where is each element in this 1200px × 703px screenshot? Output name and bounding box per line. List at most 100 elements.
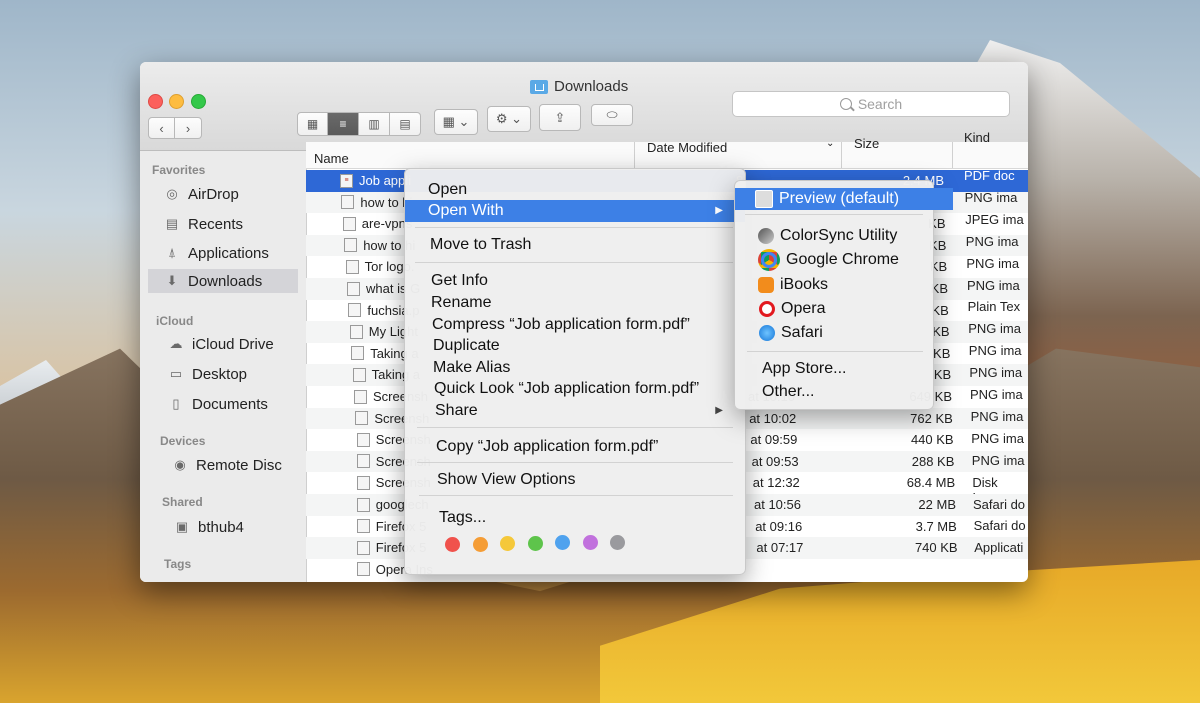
file-icon <box>341 195 355 210</box>
file-date: at 09:16 <box>755 518 803 534</box>
sidebar-item-bthub4[interactable]: ▣ bthub4 <box>150 515 300 539</box>
zoom-button[interactable] <box>191 94 206 109</box>
window-title-text: Downloads <box>554 78 629 95</box>
tags-button[interactable]: ⬭ <box>591 104 633 126</box>
file-icon <box>342 216 356 231</box>
column-size[interactable]: Size <box>854 136 879 151</box>
file-icon <box>356 540 370 555</box>
submenu-item-safari[interactable]: Safari <box>735 322 957 344</box>
column-date-modified[interactable]: Date Modified <box>647 140 727 155</box>
menu-separator <box>419 495 733 496</box>
navigation-buttons: ‹ › <box>148 117 202 139</box>
documents-icon: ▯ <box>172 396 180 411</box>
menu-item-tags[interactable]: Tags... <box>405 507 745 529</box>
tag-color-dot[interactable] <box>472 536 488 552</box>
file-icon <box>348 303 362 318</box>
file-kind: Safari do <box>973 496 1026 512</box>
menu-item-open-with[interactable]: Open With ▶ <box>405 200 745 222</box>
sidebar-item-applications[interactable]: ⍋ Applications <box>140 241 290 265</box>
file-size: 3.7 MB <box>915 518 957 534</box>
menu-item-duplicate[interactable]: Duplicate <box>405 335 745 357</box>
menu-separator <box>417 462 733 463</box>
submenu-item-chrome[interactable]: Google Chrome <box>735 249 956 271</box>
file-icon <box>356 475 370 490</box>
sidebar-item-documents[interactable]: ▯ Documents <box>144 392 294 416</box>
sidebar-item-airdrop[interactable]: ◎ AirDrop <box>140 182 290 206</box>
back-button[interactable]: ‹ <box>148 117 175 139</box>
file-kind: Safari do <box>973 518 1026 534</box>
menu-item-quick-look[interactable]: Quick Look “Job application form.pdf” <box>405 378 745 400</box>
menu-item-label: Make Alias <box>433 359 511 376</box>
sidebar-item-label: Applications <box>188 244 269 262</box>
sidebar-item-remote-disc[interactable]: ◉ Remote Disc <box>148 453 298 477</box>
sidebar-item-desktop[interactable]: ▭ Desktop <box>144 362 294 386</box>
forward-button[interactable]: › <box>175 117 202 139</box>
column-separator <box>634 142 635 168</box>
menu-separator <box>415 227 733 228</box>
submenu-item-preview[interactable]: Preview (default) <box>735 188 953 210</box>
tag-color-dot[interactable] <box>445 537 460 552</box>
safari-icon <box>759 325 775 341</box>
file-kind: PNG ima <box>969 365 1023 381</box>
submenu-arrow-icon: ▶ <box>715 405 723 416</box>
file-icon <box>356 519 370 534</box>
menu-item-compress[interactable]: Compress “Job application form.pdf” <box>405 314 745 336</box>
menu-item-label: Show View Options <box>437 471 576 488</box>
file-date: at 10:56 <box>754 497 801 512</box>
submenu-item-ibooks[interactable]: iBooks <box>735 274 956 296</box>
context-menu: Open Open With ▶ Move to Trash Get Info … <box>404 168 746 575</box>
submenu-item-other[interactable]: Other... <box>735 381 960 403</box>
menu-item-rename[interactable]: Rename <box>405 292 745 314</box>
menu-item-label: Quick Look “Job application form.pdf” <box>434 380 700 397</box>
close-button[interactable] <box>148 94 163 109</box>
submenu-item-colorsync[interactable]: ColorSync Utility <box>735 225 956 247</box>
tag-color-dot[interactable] <box>527 535 543 551</box>
file-kind: PNG ima <box>970 387 1023 402</box>
menu-item-label: Share <box>435 402 478 419</box>
menu-item-copy[interactable]: Copy “Job application form.pdf” <box>405 436 745 458</box>
menu-separator <box>745 214 923 215</box>
tag-color-dot[interactable] <box>610 534 625 550</box>
sidebar-tags-header: Tags <box>164 557 192 571</box>
sidebar-icloud-header: iCloud <box>156 314 194 328</box>
submenu-item-label: Safari <box>781 324 823 341</box>
submenu-item-app-store[interactable]: App Store... <box>735 358 960 380</box>
tag-color-dot[interactable] <box>555 535 570 551</box>
file-icon <box>354 389 367 404</box>
menu-item-share[interactable]: Share ▶ <box>405 400 745 422</box>
search-field[interactable]: Search <box>732 91 1010 117</box>
minimize-button[interactable] <box>169 94 184 109</box>
search-placeholder: Search <box>857 96 903 112</box>
file-icon <box>349 324 363 339</box>
sidebar-item-icloud-drive[interactable]: ☁ iCloud Drive <box>144 332 294 356</box>
sidebar-item-recents[interactable]: ▤ Recents <box>140 212 290 236</box>
submenu-item-label: ColorSync Utility <box>780 227 898 244</box>
downloads-icon: ⬇ <box>166 273 178 288</box>
submenu-item-label: Opera <box>781 300 826 317</box>
file-kind: PNG ima <box>966 255 1020 271</box>
airdrop-icon: ◎ <box>166 186 178 201</box>
tag-color-dot[interactable] <box>500 536 515 552</box>
file-date: at 09:59 <box>750 432 798 448</box>
menu-item-get-info[interactable]: Get Info <box>405 270 745 292</box>
menu-item-move-to-trash[interactable]: Move to Trash <box>405 234 745 256</box>
tag-color-dot[interactable] <box>582 535 598 550</box>
file-date: at 10:02 <box>749 410 797 426</box>
file-kind: Applicati <box>974 540 1024 556</box>
column-kind-label[interactable]: Kind <box>964 130 990 145</box>
file-icon <box>355 411 369 426</box>
file-kind: PNG ima <box>968 321 1021 337</box>
menu-item-make-alias[interactable]: Make Alias <box>405 357 745 379</box>
desktop-icon: ▭ <box>169 366 183 381</box>
sidebar-item-downloads[interactable]: ⬇ Downloads <box>148 269 298 293</box>
ibooks-icon <box>758 277 774 293</box>
open-with-submenu: Preview (default) ColorSync Utility Goog… <box>734 180 953 410</box>
submenu-item-opera[interactable]: Opera <box>735 298 957 320</box>
list-header-row: Name Date Modified ⌄ Size Kind <box>306 130 1028 169</box>
menu-item-show-view-options[interactable]: Show View Options <box>405 469 745 491</box>
sidebar-item-label: iCloud Drive <box>192 335 274 353</box>
menu-item-open[interactable]: Open <box>405 179 745 201</box>
column-name[interactable]: Name <box>314 151 349 166</box>
file-size: 440 KB <box>910 432 954 448</box>
file-icon <box>356 562 370 577</box>
